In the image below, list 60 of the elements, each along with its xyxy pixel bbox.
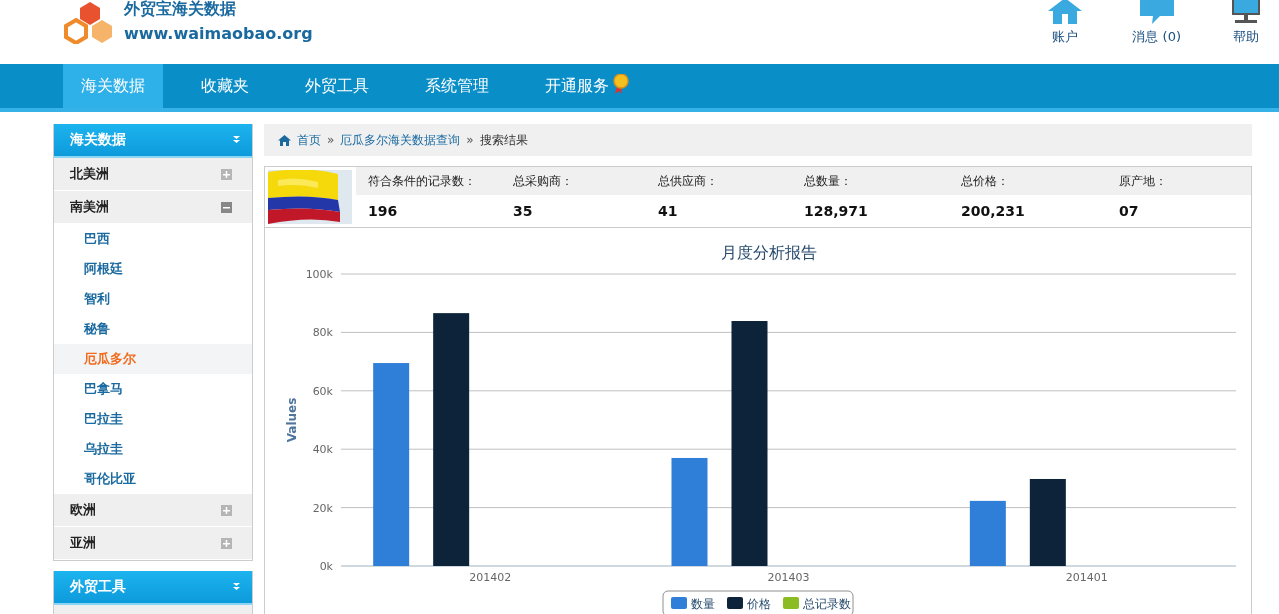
stat-label: 总数量： bbox=[804, 173, 853, 190]
header-link[interactable]: 帮助 bbox=[1231, 0, 1261, 46]
region-item[interactable]: 亚洲 bbox=[54, 527, 252, 560]
axis-label: 100k bbox=[305, 268, 333, 281]
legend-label[interactable]: 价格 bbox=[747, 597, 771, 611]
stat-label: 总供应商： bbox=[658, 173, 719, 190]
country-link[interactable]: 秘鲁 bbox=[54, 314, 252, 344]
collapse-icon bbox=[233, 136, 240, 144]
stat-value: 196 bbox=[368, 202, 399, 221]
legend-label[interactable]: 总记录数 bbox=[803, 597, 851, 611]
site-url: www.waimaobao.org bbox=[124, 24, 313, 43]
stat-value: 07 bbox=[1119, 202, 1140, 221]
country-link[interactable]: 乌拉圭 bbox=[54, 434, 252, 464]
country-link[interactable]: 哥伦比亚 bbox=[54, 464, 252, 494]
region-item[interactable]: 南美洲 bbox=[54, 191, 252, 224]
breadcrumb-link[interactable]: 厄瓜多尔海关数据查询 bbox=[340, 131, 461, 149]
country-link[interactable]: 智利 bbox=[54, 284, 252, 314]
breadcrumb-separator: » bbox=[466, 133, 474, 147]
nav-tab[interactable]: 开通服务 bbox=[527, 64, 647, 108]
header-link[interactable]: 消息 (0) bbox=[1132, 0, 1181, 46]
stat-value: 128,971 bbox=[804, 202, 869, 221]
axis-label: 20k bbox=[312, 501, 333, 515]
region-item[interactable]: 北美洲 bbox=[54, 158, 252, 191]
country-link[interactable]: 巴西 bbox=[54, 224, 252, 254]
stat-label: 总价格： bbox=[961, 173, 1010, 190]
stat-value: 35 bbox=[513, 202, 534, 221]
axis-label: 80k bbox=[312, 326, 333, 340]
breadcrumb-separator: » bbox=[327, 133, 335, 147]
stat-label: 原产地： bbox=[1119, 173, 1168, 190]
axis-label: 201403 bbox=[767, 571, 810, 584]
chart-title: 月度分析报告 bbox=[720, 243, 817, 262]
nav-tab[interactable]: 收藏夹 bbox=[183, 64, 267, 108]
chart-bar bbox=[969, 500, 1006, 566]
axis-title: Values bbox=[285, 397, 299, 443]
stat-label: 总采购商： bbox=[513, 173, 574, 190]
panel-title: 外贸工具 bbox=[70, 578, 126, 596]
home-icon bbox=[278, 134, 291, 146]
site-title: 外贸宝海关数据 bbox=[124, 0, 237, 18]
stat-label: 符合条件的记录数： bbox=[368, 173, 477, 190]
axis-label: 60k bbox=[312, 384, 333, 398]
breadcrumb-link[interactable]: 首页 bbox=[297, 131, 321, 149]
panel-title: 海关数据 bbox=[70, 131, 126, 149]
stat-value: 200,231 bbox=[961, 202, 1026, 221]
region-item[interactable]: 欧洲 bbox=[54, 494, 252, 527]
legend-label[interactable]: 数量 bbox=[691, 597, 715, 611]
country-link[interactable]: 阿根廷 bbox=[54, 254, 252, 284]
country-link[interactable]: 巴拉圭 bbox=[54, 404, 252, 434]
header-link[interactable]: 账户 bbox=[1048, 0, 1083, 46]
country-link[interactable]: 巴拿马 bbox=[54, 374, 252, 404]
axis-label: 40k bbox=[312, 443, 333, 457]
breadcrumb-current: 搜索结果 bbox=[479, 131, 528, 149]
monitor-icon bbox=[1231, 0, 1261, 24]
nav-tab[interactable]: 外贸工具 bbox=[287, 64, 387, 108]
nav-tab[interactable]: 系统管理 bbox=[407, 64, 507, 108]
collapse-icon bbox=[233, 583, 240, 591]
stat-value: 41 bbox=[658, 202, 679, 221]
speech-bubble-icon bbox=[1139, 0, 1174, 24]
axis-label: 0k bbox=[319, 560, 333, 573]
axis-label: 201401 bbox=[1065, 571, 1108, 584]
axis-label: 201402 bbox=[469, 571, 512, 584]
